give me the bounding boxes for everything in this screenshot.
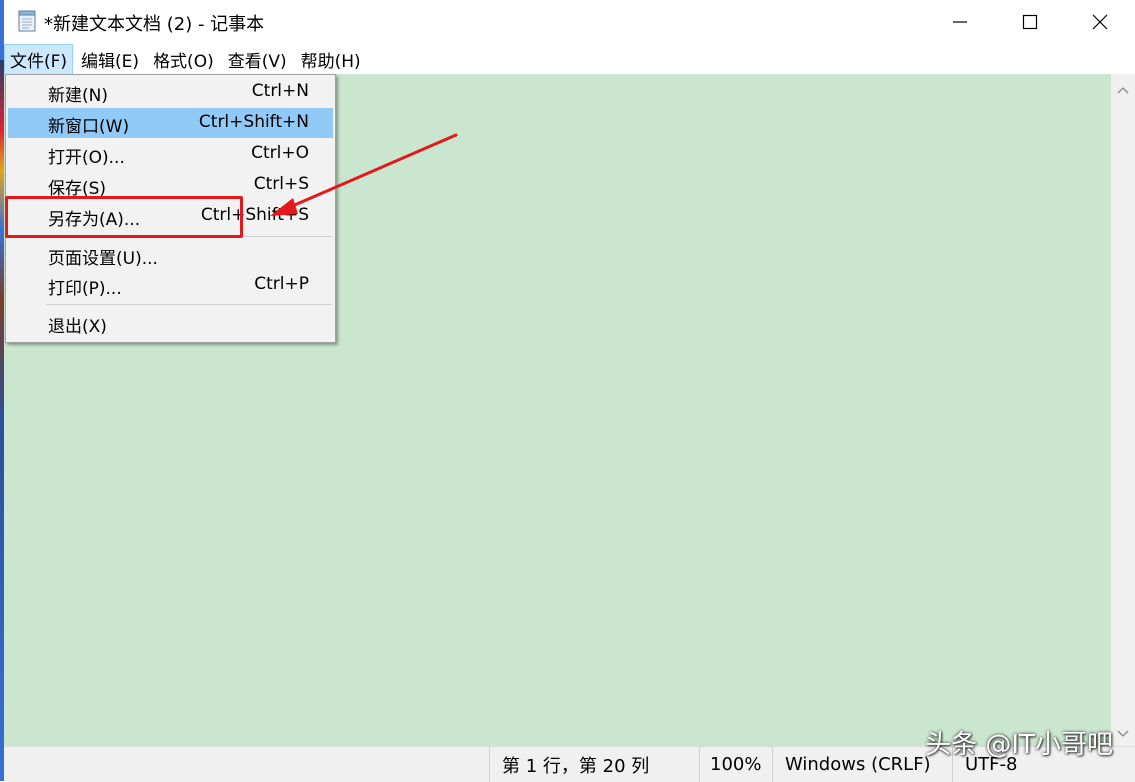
- scroll-up-button[interactable]: [1111, 76, 1135, 100]
- menu-separator: [46, 304, 332, 305]
- menu-item-shortcut: Ctrl+N: [251, 81, 309, 101]
- menu-format[interactable]: 格式(O): [147, 44, 220, 75]
- annotation-highlight-box: [5, 196, 243, 238]
- minimize-button[interactable]: [925, 0, 995, 44]
- menu-item-open[interactable]: 打开(O)... Ctrl+O: [8, 139, 333, 169]
- menu-item-shortcut: Ctrl+Shift+N: [198, 112, 309, 132]
- menu-item-label: 页面设置(U)...: [48, 249, 158, 269]
- close-button[interactable]: [1065, 0, 1135, 44]
- menu-help[interactable]: 帮助(H): [295, 44, 367, 75]
- menu-item-label: 打开(O)...: [48, 148, 125, 168]
- menu-file[interactable]: 文件(F): [4, 43, 74, 75]
- window-title: *新建文本文档 (2) - 记事本: [44, 14, 265, 35]
- menu-item-new[interactable]: 新建(N) Ctrl+N: [8, 77, 333, 107]
- chevron-down-icon: [1117, 723, 1129, 742]
- scroll-down-button[interactable]: [1111, 720, 1135, 744]
- status-bar: 第 1 行，第 20 列 100% Windows (CRLF) UTF-8: [4, 746, 1135, 782]
- status-zoom: 100%: [699, 747, 772, 782]
- close-icon: [1092, 14, 1108, 30]
- menu-view[interactable]: 查看(V): [222, 44, 293, 75]
- chevron-up-icon: [1117, 79, 1129, 98]
- menu-item-label: 新建(N): [48, 86, 108, 106]
- maximize-icon: [1022, 14, 1038, 30]
- status-encoding: UTF-8: [952, 747, 1112, 782]
- menu-item-shortcut: Ctrl+O: [251, 143, 309, 163]
- menu-item-shortcut: Ctrl+P: [254, 274, 309, 294]
- menu-bar: 文件(F) 编辑(E) 格式(O) 查看(V) 帮助(H): [4, 43, 1135, 75]
- vertical-scrollbar[interactable]: [1111, 74, 1135, 746]
- menu-item-label: 退出(X): [48, 317, 107, 337]
- notepad-icon[interactable]: [17, 10, 37, 32]
- menu-item-print[interactable]: 打印(P)... Ctrl+P: [8, 270, 333, 300]
- menu-item-exit[interactable]: 退出(X): [8, 308, 333, 338]
- menu-item-page-setup[interactable]: 页面设置(U)...: [8, 240, 333, 270]
- menu-item-shortcut: Ctrl+S: [253, 174, 309, 194]
- notepad-window: *新建文本文档 (2) - 记事本 文件(F) 编辑(E) 格式(O) 查看(V…: [0, 0, 1135, 782]
- menu-item-label: 打印(P)...: [48, 279, 122, 299]
- minimize-icon: [952, 14, 968, 30]
- status-cursor-position: 第 1 行，第 20 列: [489, 747, 699, 782]
- menu-edit[interactable]: 编辑(E): [75, 44, 145, 75]
- maximize-button[interactable]: [995, 0, 1065, 44]
- menu-item-new-window[interactable]: 新窗口(W) Ctrl+Shift+N: [8, 108, 333, 138]
- title-bar[interactable]: *新建文本文档 (2) - 记事本: [4, 0, 1135, 44]
- menu-item-label: 新窗口(W): [48, 117, 130, 137]
- status-line-ending: Windows (CRLF): [772, 747, 952, 782]
